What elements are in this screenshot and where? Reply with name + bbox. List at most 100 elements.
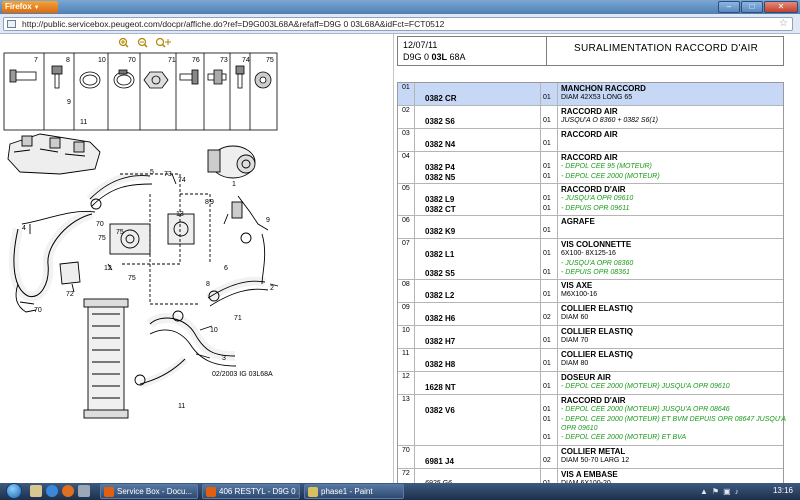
svg-text:75: 75	[266, 57, 274, 64]
desktop-quicklaunch-icon[interactable]	[78, 485, 90, 497]
svg-text:72: 72	[66, 291, 74, 298]
part-reference[interactable]: 0382 N5	[425, 173, 455, 182]
svg-text:8: 8	[205, 199, 209, 206]
url-text[interactable]: http://public.servicebox.peugeot.com/doc…	[22, 19, 444, 29]
firefox-quicklaunch-icon[interactable]	[62, 485, 74, 497]
item-number-cell: 07	[398, 239, 415, 279]
part-name: COLLIER ELASTIQ	[561, 350, 633, 359]
part-detail: - DEPUIS OPR 09611	[561, 204, 630, 212]
zoom-in-icon[interactable]	[118, 37, 129, 48]
parts-row[interactable]: 11 0382 H8 01 COLLIER ELASTIQ DIAM 80	[398, 349, 783, 372]
description-cell: COLLIER ELASTIQ DIAM 80	[558, 349, 783, 371]
svg-text:70: 70	[96, 221, 104, 228]
svg-text:9: 9	[266, 217, 270, 224]
ie-quicklaunch-icon[interactable]	[46, 485, 58, 497]
part-name: RACCORD AIR	[561, 130, 618, 139]
svg-text:9: 9	[67, 99, 71, 106]
parts-row[interactable]: 07 0382 L1 0382 S5 01 01 VIS COLONNETTE 6X100-…	[398, 239, 783, 280]
zoom-out-icon[interactable]	[137, 37, 148, 48]
part-name: VIS AXE	[561, 281, 593, 290]
part-reference[interactable]: 0382 H7	[425, 337, 455, 346]
quantity: 01	[543, 227, 551, 235]
part-reference[interactable]: 0382 L1	[425, 250, 454, 259]
item-number: 12	[402, 373, 410, 380]
volume-icon[interactable]: ♪	[735, 487, 739, 496]
task-app-icon	[308, 487, 318, 497]
url-bar[interactable]: http://public.servicebox.peugeot.com/doc…	[3, 17, 793, 31]
quantity: 01	[543, 291, 551, 299]
item-number: 04	[402, 153, 410, 160]
part-reference[interactable]: 0382 K9	[425, 227, 455, 236]
part-name: COLLIER ELASTIQ	[561, 327, 633, 336]
part-reference[interactable]: 0382 S6	[425, 117, 455, 126]
parts-row[interactable]: 13 0382 V6 01 01 01 RACCORD D'AIR - DEPOL CEE …	[398, 395, 786, 446]
close-button[interactable]: ✕	[764, 1, 798, 13]
svg-text:10: 10	[98, 57, 106, 64]
parts-row[interactable]: 05 0382 L9 0382 CT 01 01 RACCORD D'AIR - JUSQU…	[398, 184, 783, 216]
part-reference[interactable]: 0382 L9	[425, 195, 454, 204]
explorer-quicklaunch-icon[interactable]	[30, 485, 42, 497]
item-number: 09	[402, 304, 410, 311]
page-icon	[7, 20, 16, 28]
minimize-button[interactable]: –	[718, 1, 740, 13]
firefox-menu-button[interactable]: Firefox ▼	[2, 1, 58, 13]
part-reference[interactable]: 0382 S5	[425, 269, 455, 278]
part-detail: - DEPUIS OPR 08361	[561, 268, 630, 276]
quantity-cell: 01 01 01	[541, 395, 558, 445]
flag-icon[interactable]: ⚑	[712, 487, 719, 496]
parts-row[interactable]: 02 0382 S6 01 RACCORD AIR JUSQU'A O 8360 + 0…	[398, 106, 783, 129]
part-detail: - DEPOL CEE 95 (MOTEUR)	[561, 163, 652, 171]
parts-row[interactable]: 12 1628 NT 01 DOSEUR AIR - DEPOL CEE 2000 (M…	[398, 372, 783, 395]
svg-text:4: 4	[22, 225, 26, 232]
svg-text:10: 10	[210, 327, 218, 334]
part-name: MANCHON RACCORD	[561, 84, 646, 93]
reference-cell: 0382 P4 0382 N5	[415, 152, 541, 183]
pan-icon[interactable]	[155, 37, 172, 48]
part-reference[interactable]: 0382 H6	[425, 314, 455, 323]
taskbar-task[interactable]: phase1 - Paint	[304, 484, 404, 499]
part-reference[interactable]: 0382 H8	[425, 360, 455, 369]
chevron-up-icon[interactable]: ▲	[700, 487, 708, 496]
description-cell: RACCORD D'AIR - DEPOL CEE 2000 (MOTEUR) J…	[558, 395, 786, 445]
parts-row[interactable]: 06 0382 K9 01 AGRAFE	[398, 216, 783, 239]
taskbar-task[interactable]: 406 RESTYL - D9G 0 ...	[202, 484, 300, 499]
reference-cell: 0382 H6	[415, 303, 541, 325]
parts-row[interactable]: 03 0382 N4 01 RACCORD AIR	[398, 129, 783, 152]
part-reference[interactable]: 1628 NT	[425, 383, 456, 392]
svg-text:2: 2	[270, 285, 274, 292]
quantity: 01	[543, 406, 551, 414]
part-reference[interactable]: 0382 L2	[425, 291, 454, 300]
code-prefix: D9G 0	[403, 52, 432, 62]
bookmark-star-icon[interactable]: ☆	[779, 18, 788, 29]
reference-cell: 0382 L2	[415, 280, 541, 302]
reference-cell: 0382 N4	[415, 129, 541, 151]
part-name: COLLIER METAL	[561, 447, 626, 456]
quantity-cell: 01 01	[541, 152, 558, 183]
network-icon[interactable]: ▣	[723, 487, 731, 496]
parts-row[interactable]: 04 0382 P4 0382 N5 01 01 RACCORD AIR - DEPOL C…	[398, 152, 783, 184]
parts-row[interactable]: 01 0382 CR 01 MANCHON RACCORD DIAM 42X53 LON…	[398, 83, 783, 106]
clock[interactable]: 13:16	[773, 486, 793, 495]
parts-row[interactable]: 09 0382 H6 02 COLLIER ELASTIQ DIAM 60	[398, 303, 783, 326]
start-button[interactable]	[6, 483, 22, 499]
svg-text:73: 73	[164, 171, 172, 178]
parts-row[interactable]: 10 0382 H7 01 COLLIER ELASTIQ DIAM 70	[398, 326, 783, 349]
maximize-button[interactable]: □	[741, 1, 763, 13]
quantity: 02	[543, 457, 551, 465]
parts-row[interactable]: 72 6925 G6RP 6925 4501VIS A EMBASEDIAM 6X…	[398, 469, 783, 483]
reference-cell: 0382 K9	[415, 216, 541, 238]
quantity-cell: 01	[541, 469, 558, 483]
part-reference[interactable]: 0382 V6	[425, 406, 455, 415]
part-reference[interactable]: 0382 P4	[425, 163, 455, 172]
quantity: 01	[543, 383, 551, 391]
item-number-cell: 06	[398, 216, 415, 238]
part-reference[interactable]: 0382 N4	[425, 140, 455, 149]
taskbar-task[interactable]: Service Box - Docu...	[100, 484, 198, 499]
part-reference[interactable]: 6981 J4	[425, 457, 454, 466]
part-reference[interactable]: 0382 CR	[425, 94, 457, 103]
parts-row[interactable]: 70 6981 J4 02 COLLIER METAL DIAM 50-70 LARG …	[398, 446, 783, 469]
parts-row[interactable]: 08 0382 L2 01 VIS AXE M6X100-16	[398, 280, 783, 303]
part-name: COLLIER ELASTIQ	[561, 304, 633, 313]
part-reference[interactable]: 0382 CT	[425, 205, 456, 214]
description-cell: RACCORD D'AIR - JUSQU'A OPR 09610- DEPUIS…	[558, 184, 783, 215]
